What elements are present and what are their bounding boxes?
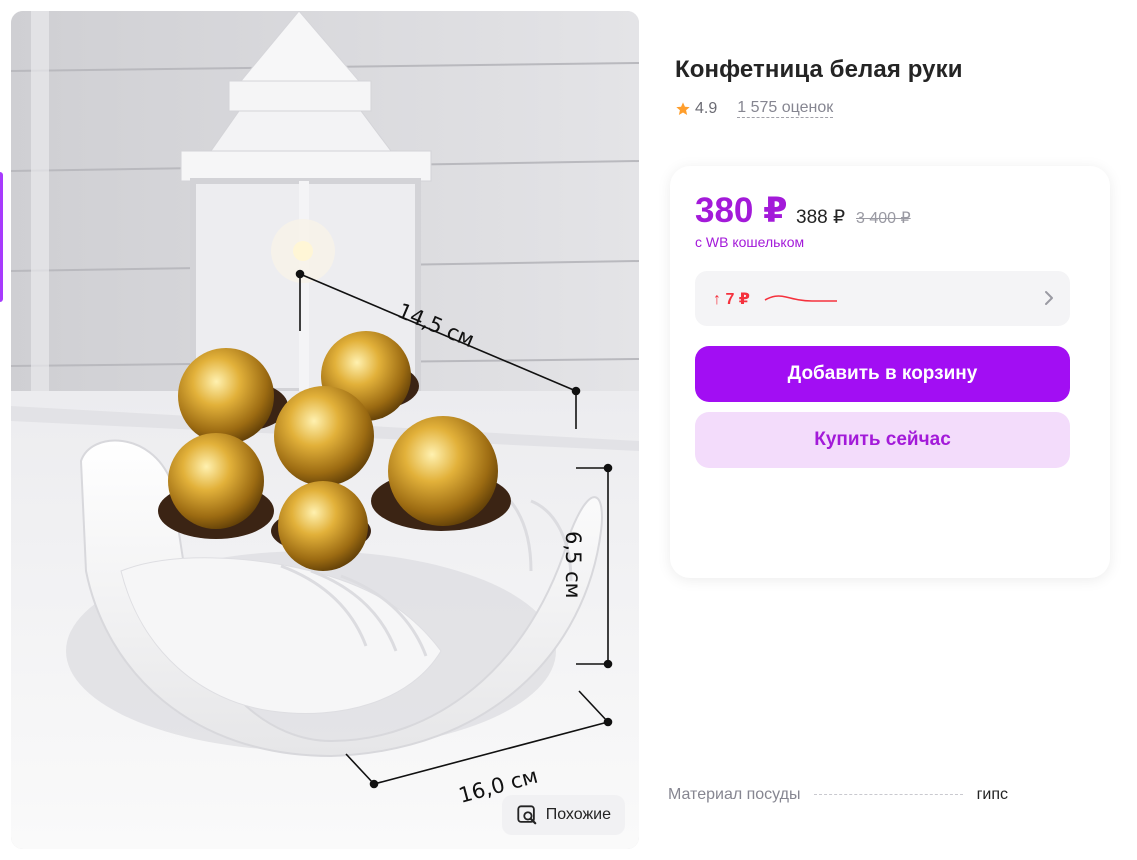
gallery-selected-indicator (0, 172, 3, 302)
spec-leader-dots (814, 794, 963, 795)
reviews-link[interactable]: 1 575 оценок (737, 99, 834, 118)
dimension-height-label: 6,5 см (561, 531, 585, 598)
price-change: ↑ 7 ₽ (713, 290, 750, 308)
similar-products-label: Похожие (545, 806, 611, 823)
price-sparkline (764, 294, 837, 302)
chevron-right-icon (1045, 291, 1053, 305)
product-photo[interactable]: 14,5 см 6,5 см 16,0 см Похожие (11, 11, 639, 849)
price-history-row[interactable]: ↑ 7 ₽ (695, 271, 1070, 326)
image-search-icon (517, 805, 537, 825)
rating-row: 4.9 1 575 оценок (675, 99, 834, 118)
add-to-cart-button[interactable]: Добавить в корзину (695, 346, 1070, 402)
similar-products-button[interactable]: Похожие (501, 795, 625, 835)
product-title: Конфетница белая руки (675, 56, 963, 83)
spec-key: Материал посуды (668, 786, 801, 803)
rating-value: 4.9 (695, 99, 718, 117)
buy-now-button[interactable]: Купить сейчас (695, 412, 1070, 468)
spec-row: Материал посуды гипс (668, 786, 1008, 804)
product-page: 14,5 см 6,5 см 16,0 см Похожие Конфетниц… (0, 0, 1137, 860)
wallet-price: 380 ₽ (695, 191, 788, 230)
product-photo-illustration: 14,5 см 6,5 см 16,0 см (11, 11, 639, 849)
old-price: 3 400 ₽ (856, 210, 911, 227)
wallet-note: с WB кошельком (695, 234, 805, 250)
regular-price: 388 ₽ (796, 207, 846, 228)
star-icon (676, 101, 690, 115)
spec-value: гипс (976, 786, 1008, 803)
price-card: 380 ₽ 388 ₽ 3 400 ₽ с WB кошельком ↑ 7 ₽… (670, 166, 1110, 578)
